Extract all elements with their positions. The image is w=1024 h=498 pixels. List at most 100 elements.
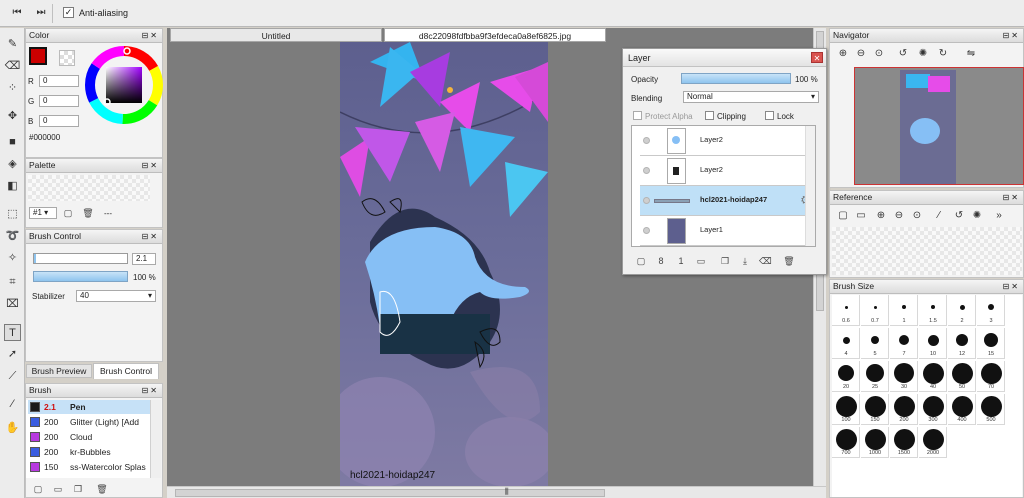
- rotate-left-icon[interactable]: ↺: [896, 47, 910, 61]
- brush-size-cell[interactable]: 700: [832, 427, 860, 458]
- new-palette-icon[interactable]: ▢: [62, 207, 74, 219]
- brush-size-cell[interactable]: 1.5: [919, 295, 947, 326]
- brush-size-cell[interactable]: 4: [832, 328, 860, 359]
- operation-tool-icon[interactable]: ➚: [4, 346, 21, 363]
- select-pen-tool-icon[interactable]: ⌗: [4, 274, 21, 291]
- new-folder-icon[interactable]: ▭: [695, 255, 707, 267]
- layer-row[interactable]: Layer2: [640, 156, 815, 186]
- brush-size-cell[interactable]: 30: [890, 361, 918, 392]
- brush-size-cell[interactable]: 20: [832, 361, 860, 392]
- select-rect-tool-icon[interactable]: ⬚: [4, 206, 21, 223]
- prev-page-icon[interactable]: ⏮: [10, 6, 24, 20]
- brush-size-slider[interactable]: [33, 253, 128, 264]
- zoom-reset-icon[interactable]: ⊙: [872, 47, 886, 61]
- stabilizer-select[interactable]: 40 ▾: [76, 290, 156, 302]
- brush-size-cell[interactable]: 1500: [890, 427, 918, 458]
- panel-controls-icon[interactable]: ⊟✕: [1003, 191, 1020, 204]
- layer-row[interactable]: Layer1: [640, 216, 815, 246]
- brush-size-cell[interactable]: 25: [861, 361, 889, 392]
- delete-brush-icon[interactable]: 🗑: [96, 483, 108, 495]
- brush-item[interactable]: 200 Glitter (Light) [Add: [28, 415, 150, 429]
- brush-size-cell[interactable]: 1: [890, 295, 918, 326]
- flip-icon[interactable]: ⇋: [964, 47, 978, 61]
- canvas-horizontal-scrollbar[interactable]: ⫼: [167, 486, 826, 498]
- panel-controls-icon[interactable]: ⊟✕: [142, 159, 159, 172]
- visibility-icon[interactable]: [643, 227, 650, 234]
- brush-size-cell[interactable]: 2: [948, 295, 976, 326]
- rotate-reset-icon[interactable]: ✺: [916, 47, 930, 61]
- brush-size-cell[interactable]: 100: [832, 394, 860, 425]
- text-tool-icon[interactable]: T: [4, 324, 21, 341]
- brush-size-cell[interactable]: 200: [890, 394, 918, 425]
- merge-layer-icon[interactable]: ⤓: [739, 255, 751, 267]
- dot-tool-icon[interactable]: ⁘: [4, 80, 21, 97]
- brush-list-scrollbar[interactable]: [150, 400, 161, 478]
- lock-checkbox[interactable]: [765, 111, 774, 120]
- tab-brush-preview[interactable]: Brush Preview: [26, 364, 92, 378]
- visibility-icon[interactable]: [643, 197, 650, 204]
- reference-area[interactable]: [832, 227, 1022, 275]
- copy-layer-icon[interactable]: ❐: [719, 255, 731, 267]
- ref-zoom-out-icon[interactable]: ⊖: [892, 209, 906, 223]
- brush-size-cell[interactable]: 300: [919, 394, 947, 425]
- brush-size-cell[interactable]: 70: [977, 361, 1005, 392]
- brush-size-cell[interactable]: 0.7: [861, 295, 889, 326]
- blending-select[interactable]: Normal ▾: [683, 91, 819, 103]
- rotate-right-icon[interactable]: ↻: [936, 47, 950, 61]
- tab-document[interactable]: d8c22098fdfbba9f3efdeca0a8ef6825.jpg: [384, 28, 606, 42]
- panel-controls-icon[interactable]: ⊟✕: [142, 384, 159, 397]
- brush-size-cell[interactable]: 40: [919, 361, 947, 392]
- zoom-in-icon[interactable]: ⊕: [836, 47, 850, 61]
- divide-tool-icon[interactable]: ⟋: [4, 368, 21, 385]
- magic-wand-tool-icon[interactable]: ✧: [4, 250, 21, 267]
- close-icon[interactable]: ✕: [811, 52, 823, 63]
- brush-size-cell[interactable]: 12: [948, 328, 976, 359]
- delete-layer-icon[interactable]: 🗑: [783, 255, 795, 267]
- brush-item[interactable]: 200 Cloud: [28, 430, 150, 444]
- new-1bit-layer-icon[interactable]: 1: [675, 255, 687, 267]
- bucket-tool-icon[interactable]: ◈: [4, 156, 21, 173]
- hand-tool-icon[interactable]: ✋: [4, 420, 21, 437]
- ref-zoom-reset-icon[interactable]: ⊙: [910, 209, 924, 223]
- brush-size-input[interactable]: 2.1: [132, 253, 156, 265]
- panel-controls-icon[interactable]: ⊟✕: [142, 29, 159, 42]
- new-layer-icon[interactable]: ▢: [635, 255, 647, 267]
- brush-size-cell[interactable]: 50: [948, 361, 976, 392]
- tab-brush-control[interactable]: Brush Control: [93, 363, 159, 379]
- brush-opacity-slider[interactable]: [33, 271, 128, 282]
- gradient-tool-icon[interactable]: ◧: [4, 178, 21, 195]
- brush-size-cell[interactable]: 15: [977, 328, 1005, 359]
- brush-size-cell[interactable]: 2000: [919, 427, 947, 458]
- move-tool-icon[interactable]: ✥: [4, 108, 21, 125]
- copy-brush-icon[interactable]: ❐: [72, 483, 84, 495]
- clear-layer-icon[interactable]: ⌫: [759, 255, 772, 267]
- visibility-icon[interactable]: [643, 137, 650, 144]
- select-eraser-tool-icon[interactable]: ⌧: [4, 296, 21, 313]
- brush-item[interactable]: 150 ss-Watercolor Splas: [28, 460, 150, 474]
- tab-untitled[interactable]: Untitled: [170, 28, 382, 42]
- ref-rotate-reset-icon[interactable]: ✺: [970, 209, 984, 223]
- brush-size-cell[interactable]: 5: [861, 328, 889, 359]
- layer-opacity-slider[interactable]: [681, 73, 791, 84]
- palette-swatches[interactable]: [28, 175, 150, 201]
- ref-rotate-left-icon[interactable]: ↺: [952, 209, 966, 223]
- brush-size-cell[interactable]: 3: [977, 295, 1005, 326]
- background-color-swatch[interactable]: [59, 50, 75, 66]
- layer-row[interactable]: Layer2: [640, 126, 815, 156]
- panel-controls-icon[interactable]: ⊟✕: [1003, 280, 1020, 293]
- panel-controls-icon[interactable]: ⊟✕: [142, 230, 159, 243]
- brush-size-cell[interactable]: 0.6: [832, 295, 860, 326]
- visibility-icon[interactable]: [643, 167, 650, 174]
- lasso-tool-icon[interactable]: ➰: [4, 228, 21, 245]
- brush-size-cell[interactable]: 400: [948, 394, 976, 425]
- navigator-preview[interactable]: [854, 67, 1024, 185]
- zoom-out-icon[interactable]: ⊖: [854, 47, 868, 61]
- next-page-icon[interactable]: ⏭: [34, 6, 48, 20]
- eyedropper-tool-icon[interactable]: ⁄: [4, 396, 21, 413]
- color-wheel[interactable]: [84, 45, 164, 125]
- ref-zoom-in-icon[interactable]: ⊕: [874, 209, 888, 223]
- brush-size-cell[interactable]: 1000: [861, 427, 889, 458]
- brush-size-cell[interactable]: 7: [890, 328, 918, 359]
- rect-fill-tool-icon[interactable]: ■: [4, 134, 21, 151]
- g-input[interactable]: 0: [39, 95, 79, 107]
